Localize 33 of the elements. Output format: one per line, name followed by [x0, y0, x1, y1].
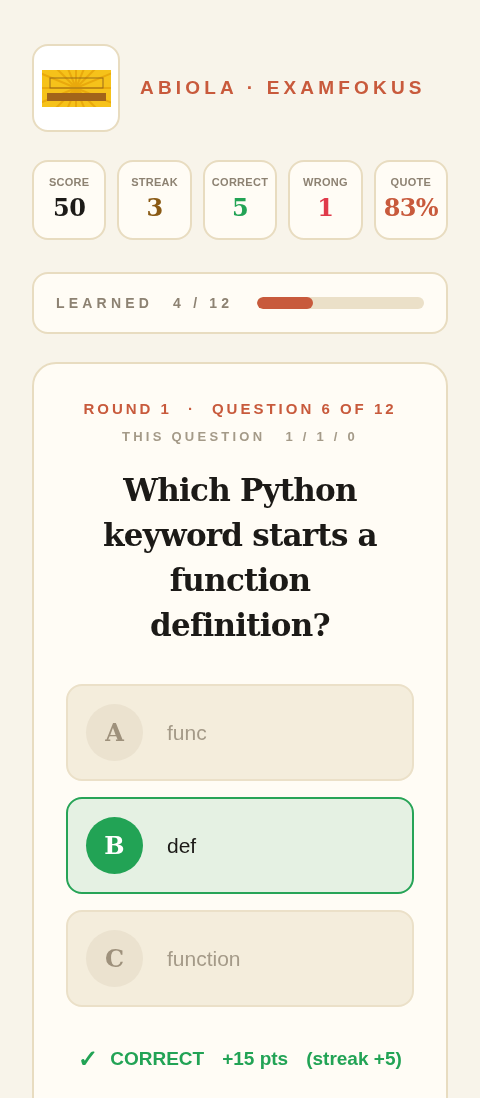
- option-letter: C: [86, 930, 143, 987]
- question-position: QUESTION 6 OF 12: [211, 399, 397, 419]
- tally-label: THIS QUESTION: [122, 427, 266, 446]
- stat-label: SCORE: [48, 175, 90, 190]
- question-text: Which Python keyword starts a function definition?: [102, 471, 378, 645]
- feedback-points: +15 pts: [222, 1046, 289, 1071]
- stat-value: 5: [231, 192, 249, 223]
- stat-value: 1: [317, 192, 334, 223]
- option-letter: A: [86, 704, 143, 761]
- stat-label: CORRECT: [211, 175, 269, 190]
- progress-count: 4 / 12: [173, 293, 234, 313]
- stat-value: 83%: [383, 192, 439, 223]
- feedback-verdict: CORRECT: [110, 1046, 205, 1071]
- stat-label: QUOTE: [390, 175, 432, 190]
- option-text: func: [167, 719, 207, 746]
- logo-icon: [41, 69, 111, 107]
- answer-option[interactable]: B def: [66, 797, 414, 894]
- round-label: ROUND 1: [83, 399, 172, 419]
- stat-label: STREAK: [131, 175, 179, 190]
- progress-label: LEARNED: [56, 293, 154, 313]
- option-text: def: [167, 832, 197, 859]
- answer-option[interactable]: A func: [66, 684, 414, 781]
- stat-label: WRONG: [303, 175, 348, 190]
- answer-option[interactable]: C function: [66, 910, 414, 1007]
- tally-value: 1 / 1 / 0: [285, 427, 358, 446]
- app-title: ABIOLA · EXAMFOKUS: [140, 75, 426, 100]
- stat-value: 3: [146, 192, 163, 223]
- feedback-streak: (streak +5): [306, 1046, 402, 1071]
- check-mark: ✓: [78, 1044, 99, 1074]
- stat-value: 50: [53, 192, 86, 223]
- option-letter: B: [86, 817, 143, 874]
- separator-dot: ·: [187, 399, 196, 419]
- option-text: function: [167, 945, 241, 972]
